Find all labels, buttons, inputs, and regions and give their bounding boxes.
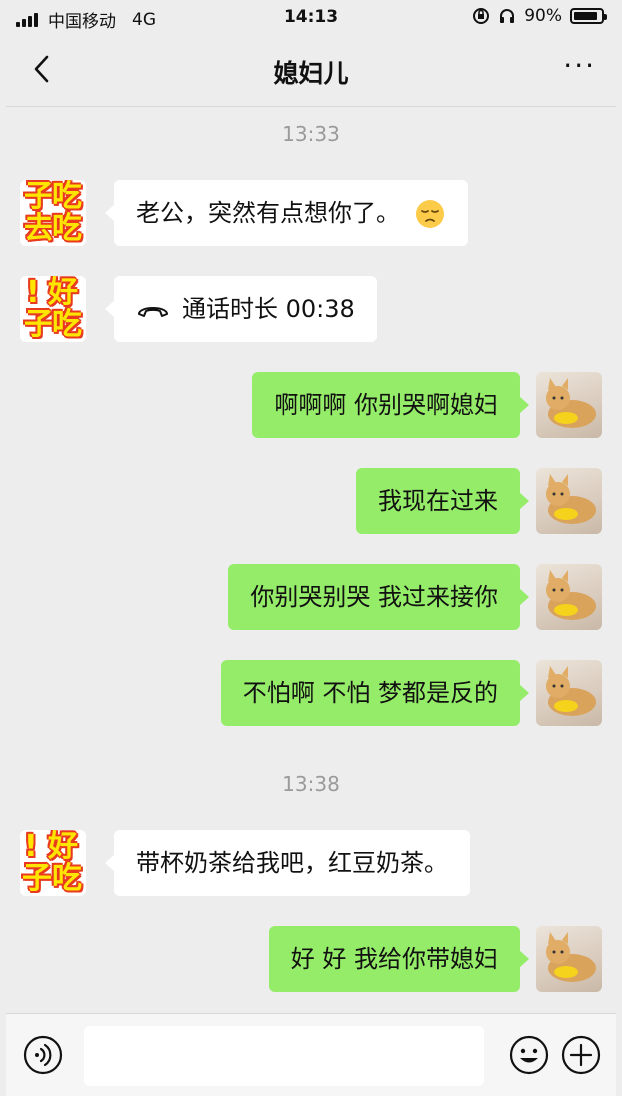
more-options-button[interactable]: ··· bbox=[563, 52, 596, 80]
message-text: 啊啊啊 你别哭啊媳妇 bbox=[274, 391, 498, 419]
message-row: ! 好 子 吃 通话时长 00:38 bbox=[6, 276, 616, 346]
message-text: 老公，突然有点想你了。 bbox=[136, 199, 400, 227]
message-bubble-incoming[interactable]: 老公，突然有点想你了。 bbox=[105, 180, 468, 246]
battery-icon bbox=[570, 8, 607, 24]
battery-percent: 90% bbox=[524, 6, 562, 26]
message-bubble-outgoing[interactable]: 我现在过来 bbox=[356, 468, 529, 534]
chat-title: 媳妇儿 bbox=[273, 59, 349, 88]
my-avatar[interactable] bbox=[536, 468, 602, 534]
message-text: 带杯奶茶给我吧，红豆奶茶。 bbox=[136, 849, 448, 877]
cat-avatar-icon bbox=[546, 378, 596, 428]
message-text: 你别哭别哭 我过来接你 bbox=[250, 583, 498, 611]
message-bubble-incoming[interactable]: 带杯奶茶给我吧，红豆奶茶。 bbox=[105, 830, 470, 896]
message-bubble-outgoing[interactable]: 不怕啊 不怕 梦都是反的 bbox=[220, 660, 530, 726]
timestamp: 13:38 bbox=[282, 772, 340, 796]
pensive-face-emoji-icon bbox=[415, 200, 444, 228]
message-row: 我现在过来 bbox=[6, 468, 616, 538]
call-record-bubble[interactable]: 通话时长 00:38 bbox=[105, 276, 377, 342]
voice-input-icon[interactable] bbox=[22, 1034, 64, 1076]
input-bar bbox=[6, 1013, 616, 1096]
rotation-lock-icon bbox=[473, 8, 490, 24]
my-avatar[interactable] bbox=[536, 926, 602, 992]
cat-avatar-icon bbox=[546, 932, 596, 982]
hang-up-phone-icon bbox=[138, 307, 168, 317]
cat-avatar-icon bbox=[546, 474, 596, 524]
message-row: 好 好 我给你带媳妇 bbox=[6, 926, 616, 996]
message-row: 子 吃 去 吃 老公，突然有点想你了。 bbox=[6, 180, 616, 250]
message-row: 啊啊啊 你别哭啊媳妇 bbox=[6, 372, 616, 442]
message-row: 不怕啊 不怕 梦都是反的 bbox=[6, 660, 616, 730]
plus-icon[interactable] bbox=[560, 1034, 602, 1076]
message-bubble-outgoing[interactable]: 啊啊啊 你别哭啊媳妇 bbox=[252, 372, 529, 438]
chat-header: 媳妇儿 ··· bbox=[6, 34, 616, 107]
call-duration-text: 通话时长 00:38 bbox=[182, 295, 355, 323]
cat-avatar-icon bbox=[546, 666, 596, 716]
my-avatar[interactable] bbox=[536, 372, 602, 438]
emoji-icon[interactable] bbox=[508, 1034, 550, 1076]
message-bubble-outgoing[interactable]: 好 好 我给你带媳妇 bbox=[268, 926, 530, 992]
status-bar: 中国移动 4G 14:13 90% bbox=[6, 0, 616, 34]
message-text: 好 好 我给你带媳妇 bbox=[290, 945, 498, 973]
timestamp: 13:33 bbox=[282, 122, 340, 146]
message-input[interactable] bbox=[84, 1026, 484, 1086]
contact-avatar[interactable]: 子 吃 去 吃 bbox=[20, 180, 86, 246]
chat-screen: 中国移动 4G 14:13 90% 媳妇儿 ··· 13:33 子 吃 去 吃 … bbox=[6, 0, 616, 1096]
cat-avatar-icon bbox=[546, 570, 596, 620]
my-avatar[interactable] bbox=[536, 660, 602, 726]
headphones-icon bbox=[500, 9, 515, 23]
message-row: 你别哭别哭 我过来接你 bbox=[6, 564, 616, 634]
message-text: 不怕啊 不怕 梦都是反的 bbox=[242, 679, 498, 707]
contact-avatar[interactable]: ! 好 子 吃 bbox=[20, 276, 86, 342]
contact-avatar[interactable]: ! 好 子 吃 bbox=[20, 830, 86, 896]
message-bubble-outgoing[interactable]: 你别哭别哭 我过来接你 bbox=[228, 564, 529, 630]
my-avatar[interactable] bbox=[536, 564, 602, 630]
message-text: 我现在过来 bbox=[378, 487, 498, 515]
message-row: ! 好 子 吃 带杯奶茶给我吧，红豆奶茶。 bbox=[6, 830, 616, 900]
